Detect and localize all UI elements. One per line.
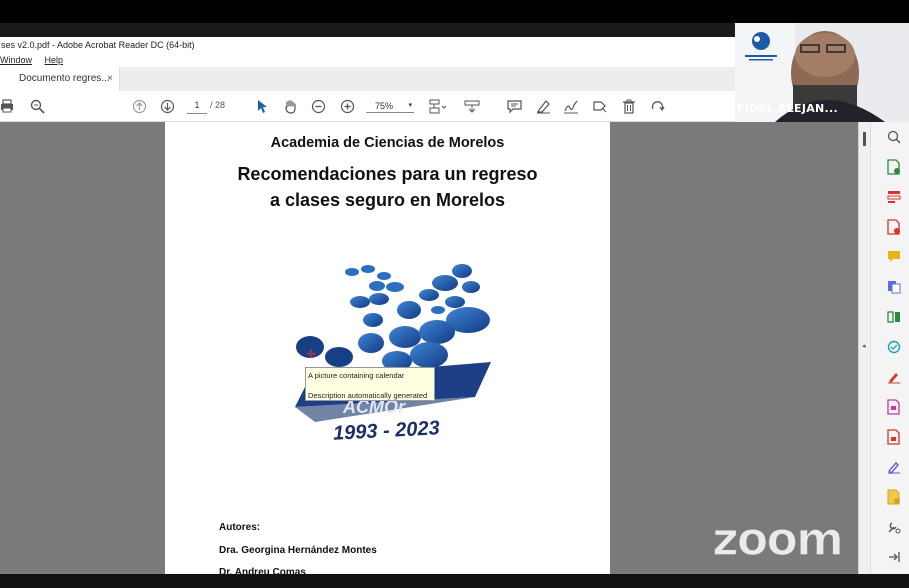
fill-and-sign-icon[interactable]: [886, 369, 902, 385]
top-black-bar: [0, 0, 909, 23]
comment-tool-icon[interactable]: [886, 249, 902, 265]
chevron-down-icon: ▾: [408, 102, 412, 109]
zoom-watermark: zoom: [711, 511, 844, 567]
previous-page-icon[interactable]: [130, 91, 148, 121]
zoom-in-icon[interactable]: [338, 91, 356, 121]
menu-window[interactable]: Window: [0, 55, 32, 65]
redact-icon[interactable]: [886, 429, 902, 445]
zoom-level-select[interactable]: 75% ▾: [366, 99, 414, 113]
export-pdf-icon[interactable]: [886, 159, 902, 175]
expand-panel-icon[interactable]: [886, 549, 902, 565]
select-cursor-icon[interactable]: [253, 91, 271, 121]
window-title: ses v2.0.pdf - Adobe Acrobat Reader DC (…: [0, 37, 735, 53]
toolbar: 1 / 28 75% ▾: [0, 91, 735, 122]
bottom-black-bar: [0, 574, 909, 588]
scan-icon[interactable]: [886, 339, 902, 355]
print-icon[interactable]: [0, 91, 14, 121]
right-tools-panel: [870, 122, 909, 574]
request-signature-icon[interactable]: [886, 459, 902, 475]
zoom-search-icon[interactable]: [28, 91, 46, 121]
doc-title-line1: Recomendaciones para un regreso: [237, 164, 538, 184]
combine-files-icon[interactable]: [886, 279, 902, 295]
more-tools-icon[interactable]: [886, 519, 902, 535]
tab-document[interactable]: Documento regres... ×: [0, 67, 120, 91]
doc-title-line2: a clases seguro en Morelos: [269, 190, 506, 210]
search-icon[interactable]: [886, 129, 902, 145]
rotate-icon[interactable]: [648, 91, 666, 121]
send-for-review-icon[interactable]: [886, 489, 902, 505]
participant-name: FIDEL ALEJAN...: [737, 102, 838, 115]
scroll-mode-icon[interactable]: [463, 91, 481, 121]
fill-sign-icon[interactable]: [591, 91, 609, 121]
alt-text-tooltip: A picture containing calendar Descriptio…: [305, 367, 435, 401]
scrollbar-thumb[interactable]: [863, 132, 866, 146]
hand-tool-icon[interactable]: [281, 91, 299, 121]
tab-label: Documento regres...: [19, 73, 110, 84]
highlight-pen-icon[interactable]: [534, 91, 552, 121]
page-total: / 28: [210, 100, 226, 110]
page-fit-icon[interactable]: [426, 91, 450, 121]
cursor-crosshair-icon: ✛: [306, 347, 317, 361]
pdf-page[interactable]: Academia de Ciencias de Morelos Recomend…: [165, 122, 610, 578]
tab-close-icon[interactable]: ×: [107, 67, 113, 91]
author-1: Dra. Georgina Hernández Montes: [219, 545, 377, 556]
menu-bar: Window Help: [0, 53, 735, 67]
create-pdf-icon[interactable]: [886, 219, 902, 235]
org-heading: Academia de Ciencias de Morelos: [270, 135, 505, 151]
collapse-panel-icon[interactable]: ◂: [862, 342, 866, 350]
menu-help[interactable]: Help: [45, 55, 64, 65]
next-page-icon[interactable]: [158, 91, 176, 121]
zoom-level-value: 75%: [375, 101, 394, 111]
tooltip-line2: Description automatically generated: [308, 391, 428, 400]
tab-bar: Documento regres... ×: [0, 67, 735, 92]
tooltip-line1: A picture containing calendar: [308, 371, 405, 380]
organize-pages-icon[interactable]: [886, 309, 902, 325]
sign-icon[interactable]: [562, 91, 580, 121]
authors-label: Autores:: [219, 522, 261, 533]
edit-pdf-icon[interactable]: [886, 189, 902, 205]
page-number-input[interactable]: 1: [187, 100, 207, 114]
comment-icon[interactable]: [505, 91, 523, 121]
protect-icon[interactable]: [886, 399, 902, 415]
trash-icon[interactable]: [620, 91, 638, 121]
zoom-out-icon[interactable]: [309, 91, 327, 121]
